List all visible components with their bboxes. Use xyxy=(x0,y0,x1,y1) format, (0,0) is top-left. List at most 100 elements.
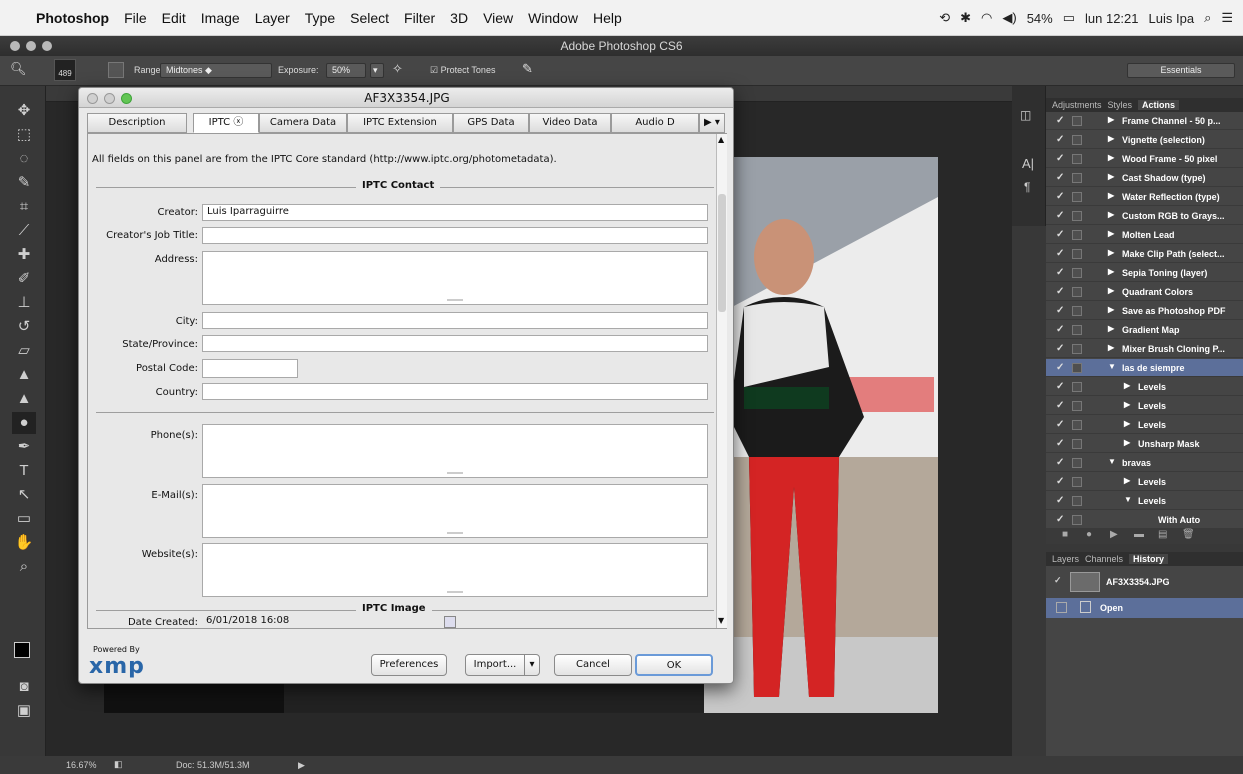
toggle-checkmark-icon[interactable]: ✓ xyxy=(1056,324,1064,335)
bluetooth-icon[interactable]: ✱ xyxy=(960,10,971,26)
scroll-up-icon[interactable]: ▲ xyxy=(718,135,724,144)
disclosure-closed-icon[interactable]: ▶ xyxy=(1108,229,1114,238)
quick-mask-icon[interactable]: ◙ xyxy=(12,676,36,698)
disclosure-closed-icon[interactable]: ▶ xyxy=(1124,381,1130,390)
exposure-dropdown-icon[interactable]: ▾ xyxy=(370,63,384,78)
disclosure-closed-icon[interactable]: ▶ xyxy=(1124,419,1130,428)
dialog-toggle-box[interactable] xyxy=(1072,116,1082,126)
toggle-checkmark-icon[interactable]: ✓ xyxy=(1056,153,1064,164)
hand-tool-icon[interactable]: ✋ xyxy=(12,532,36,554)
notification-center-icon[interactable]: ☰ xyxy=(1221,10,1233,26)
import-button[interactable]: Import... xyxy=(465,654,525,676)
dialog-toggle-box[interactable] xyxy=(1072,401,1082,411)
menu-select[interactable]: Select xyxy=(350,10,389,26)
city-field[interactable] xyxy=(202,312,708,329)
paragraph-panel-icon[interactable]: ¶ xyxy=(1024,180,1030,194)
action-row[interactable]: ✓ ▶ Levels xyxy=(1046,473,1243,491)
panel-tab-styles[interactable]: Styles xyxy=(1108,100,1133,110)
disclosure-closed-icon[interactable]: ▶ xyxy=(1108,134,1114,143)
toggle-checkmark-icon[interactable]: ✓ xyxy=(1056,381,1064,392)
workspace-switcher[interactable]: Essentials xyxy=(1127,63,1235,78)
phones-field[interactable] xyxy=(202,424,708,478)
menu-3d[interactable]: 3D xyxy=(450,10,468,26)
websites-field[interactable] xyxy=(202,543,708,597)
history-state[interactable]: Open xyxy=(1046,598,1243,618)
wifi-icon[interactable]: ◠ xyxy=(981,10,992,26)
tab-video-data[interactable]: Video Data xyxy=(529,113,611,133)
country-field[interactable] xyxy=(202,383,708,400)
dialog-toggle-box[interactable] xyxy=(1072,306,1082,316)
close-window-button[interactable] xyxy=(10,41,20,51)
disclosure-open-icon[interactable]: ▼ xyxy=(1124,495,1132,504)
tab-close-icon[interactable]: ⓧ xyxy=(230,117,243,128)
date-created-field[interactable]: 6/01/2018 16:08 xyxy=(202,614,442,631)
scroll-down-icon[interactable]: ▼ xyxy=(718,616,724,625)
action-row[interactable]: ✓ With Auto xyxy=(1046,511,1243,529)
disclosure-closed-icon[interactable]: ▶ xyxy=(1108,286,1114,295)
trash-icon[interactable]: 🗑︎ xyxy=(1182,529,1195,540)
toggle-checkmark-icon[interactable]: ✓ xyxy=(1056,191,1064,202)
action-row[interactable]: ✓ ▶ Levels xyxy=(1046,397,1243,415)
zoom-window-button[interactable] xyxy=(42,41,52,51)
character-panel-icon[interactable]: A| xyxy=(1022,156,1034,171)
clock[interactable]: lun 12:21 xyxy=(1085,11,1139,26)
marquee-tool-icon[interactable]: ⬚ xyxy=(12,124,36,146)
action-row[interactable]: ✓ ▼ Levels xyxy=(1046,492,1243,510)
tab-overflow-menu-icon[interactable]: ▶ ▾ xyxy=(699,113,725,133)
new-set-icon[interactable]: ▬ xyxy=(1134,529,1144,540)
toggle-checkmark-icon[interactable]: ✓ xyxy=(1056,248,1064,259)
disclosure-closed-icon[interactable]: ▶ xyxy=(1124,438,1130,447)
menu-type[interactable]: Type xyxy=(305,10,335,26)
healing-brush-icon[interactable]: ✚ xyxy=(12,244,36,266)
lasso-tool-icon[interactable]: ◌ xyxy=(12,148,36,170)
history-snapshot[interactable]: ✓ AF3X3354.JPG xyxy=(1046,570,1243,594)
toggle-checkmark-icon[interactable]: ✓ xyxy=(1056,495,1064,506)
range-select[interactable]: Midtones ◆ xyxy=(160,63,272,78)
menu-image[interactable]: Image xyxy=(201,10,240,26)
disclosure-open-icon[interactable]: ▼ xyxy=(1108,457,1116,466)
action-row[interactable]: ✓ ▶ Mixer Brush Cloning P... xyxy=(1046,340,1243,358)
tab-iptc[interactable]: IPTC ⓧ xyxy=(193,113,259,133)
dialog-toggle-box[interactable] xyxy=(1072,496,1082,506)
toggle-checkmark-icon[interactable]: ✓ xyxy=(1056,343,1064,354)
tab-description[interactable]: Description xyxy=(87,113,187,133)
dialog-toggle-box[interactable] xyxy=(1072,173,1082,183)
battery-percent[interactable]: 54% xyxy=(1027,11,1053,26)
volume-icon[interactable]: ◀) xyxy=(1002,10,1016,26)
panel-scrollbar[interactable]: ▲ ▼ xyxy=(716,134,727,628)
dialog-toggle-box[interactable] xyxy=(1072,515,1082,525)
tab-audio-d[interactable]: Audio D xyxy=(611,113,699,133)
action-row[interactable]: ✓ ▶ Unsharp Mask xyxy=(1046,435,1243,453)
action-row[interactable]: ✓ ▶ Vignette (selection) xyxy=(1046,131,1243,149)
disclosure-open-icon[interactable]: ▼ xyxy=(1108,362,1116,371)
minimize-window-button[interactable] xyxy=(26,41,36,51)
panel-tab-actions[interactable]: Actions xyxy=(1138,100,1180,110)
dialog-zoom-button[interactable] xyxy=(121,93,132,104)
dialog-toggle-box[interactable] xyxy=(1072,363,1082,373)
action-row[interactable]: ✓ ▶ Frame Channel - 50 p... xyxy=(1046,112,1243,130)
path-select-icon[interactable]: ↖ xyxy=(12,484,36,506)
disclosure-closed-icon[interactable]: ▶ xyxy=(1108,343,1114,352)
menu-filter[interactable]: Filter xyxy=(404,10,435,26)
dialog-toggle-box[interactable] xyxy=(1072,382,1082,392)
time-machine-icon[interactable]: ⟲ xyxy=(939,10,950,26)
action-row[interactable]: ✓ ▶ Cast Shadow (type) xyxy=(1046,169,1243,187)
job-title-field[interactable] xyxy=(202,227,708,244)
address-field[interactable] xyxy=(202,251,708,305)
toggle-checkmark-icon[interactable]: ✓ xyxy=(1056,514,1064,525)
disclosure-closed-icon[interactable]: ▶ xyxy=(1108,115,1114,124)
dialog-toggle-box[interactable] xyxy=(1072,477,1082,487)
disclosure-closed-icon[interactable]: ▶ xyxy=(1108,172,1114,181)
dialog-toggle-box[interactable] xyxy=(1072,154,1082,164)
play-icon[interactable]: ▶ xyxy=(1110,529,1118,540)
cancel-button[interactable]: Cancel xyxy=(554,654,632,676)
user-name[interactable]: Luis Ipa xyxy=(1149,11,1195,26)
action-row[interactable]: ✓ ▶ Levels xyxy=(1046,378,1243,396)
gradient-tool-icon[interactable]: ▲ xyxy=(12,364,36,386)
action-row[interactable]: ✓ ▼ las de siempre xyxy=(1046,359,1243,377)
dialog-toggle-box[interactable] xyxy=(1072,230,1082,240)
dialog-toggle-box[interactable] xyxy=(1072,135,1082,145)
shape-tool-icon[interactable]: ▭ xyxy=(12,508,36,530)
screen-mode-icon[interactable]: ▣ xyxy=(12,700,36,722)
protect-tones-checkbox[interactable]: ☑ Protect Tones xyxy=(430,65,495,76)
